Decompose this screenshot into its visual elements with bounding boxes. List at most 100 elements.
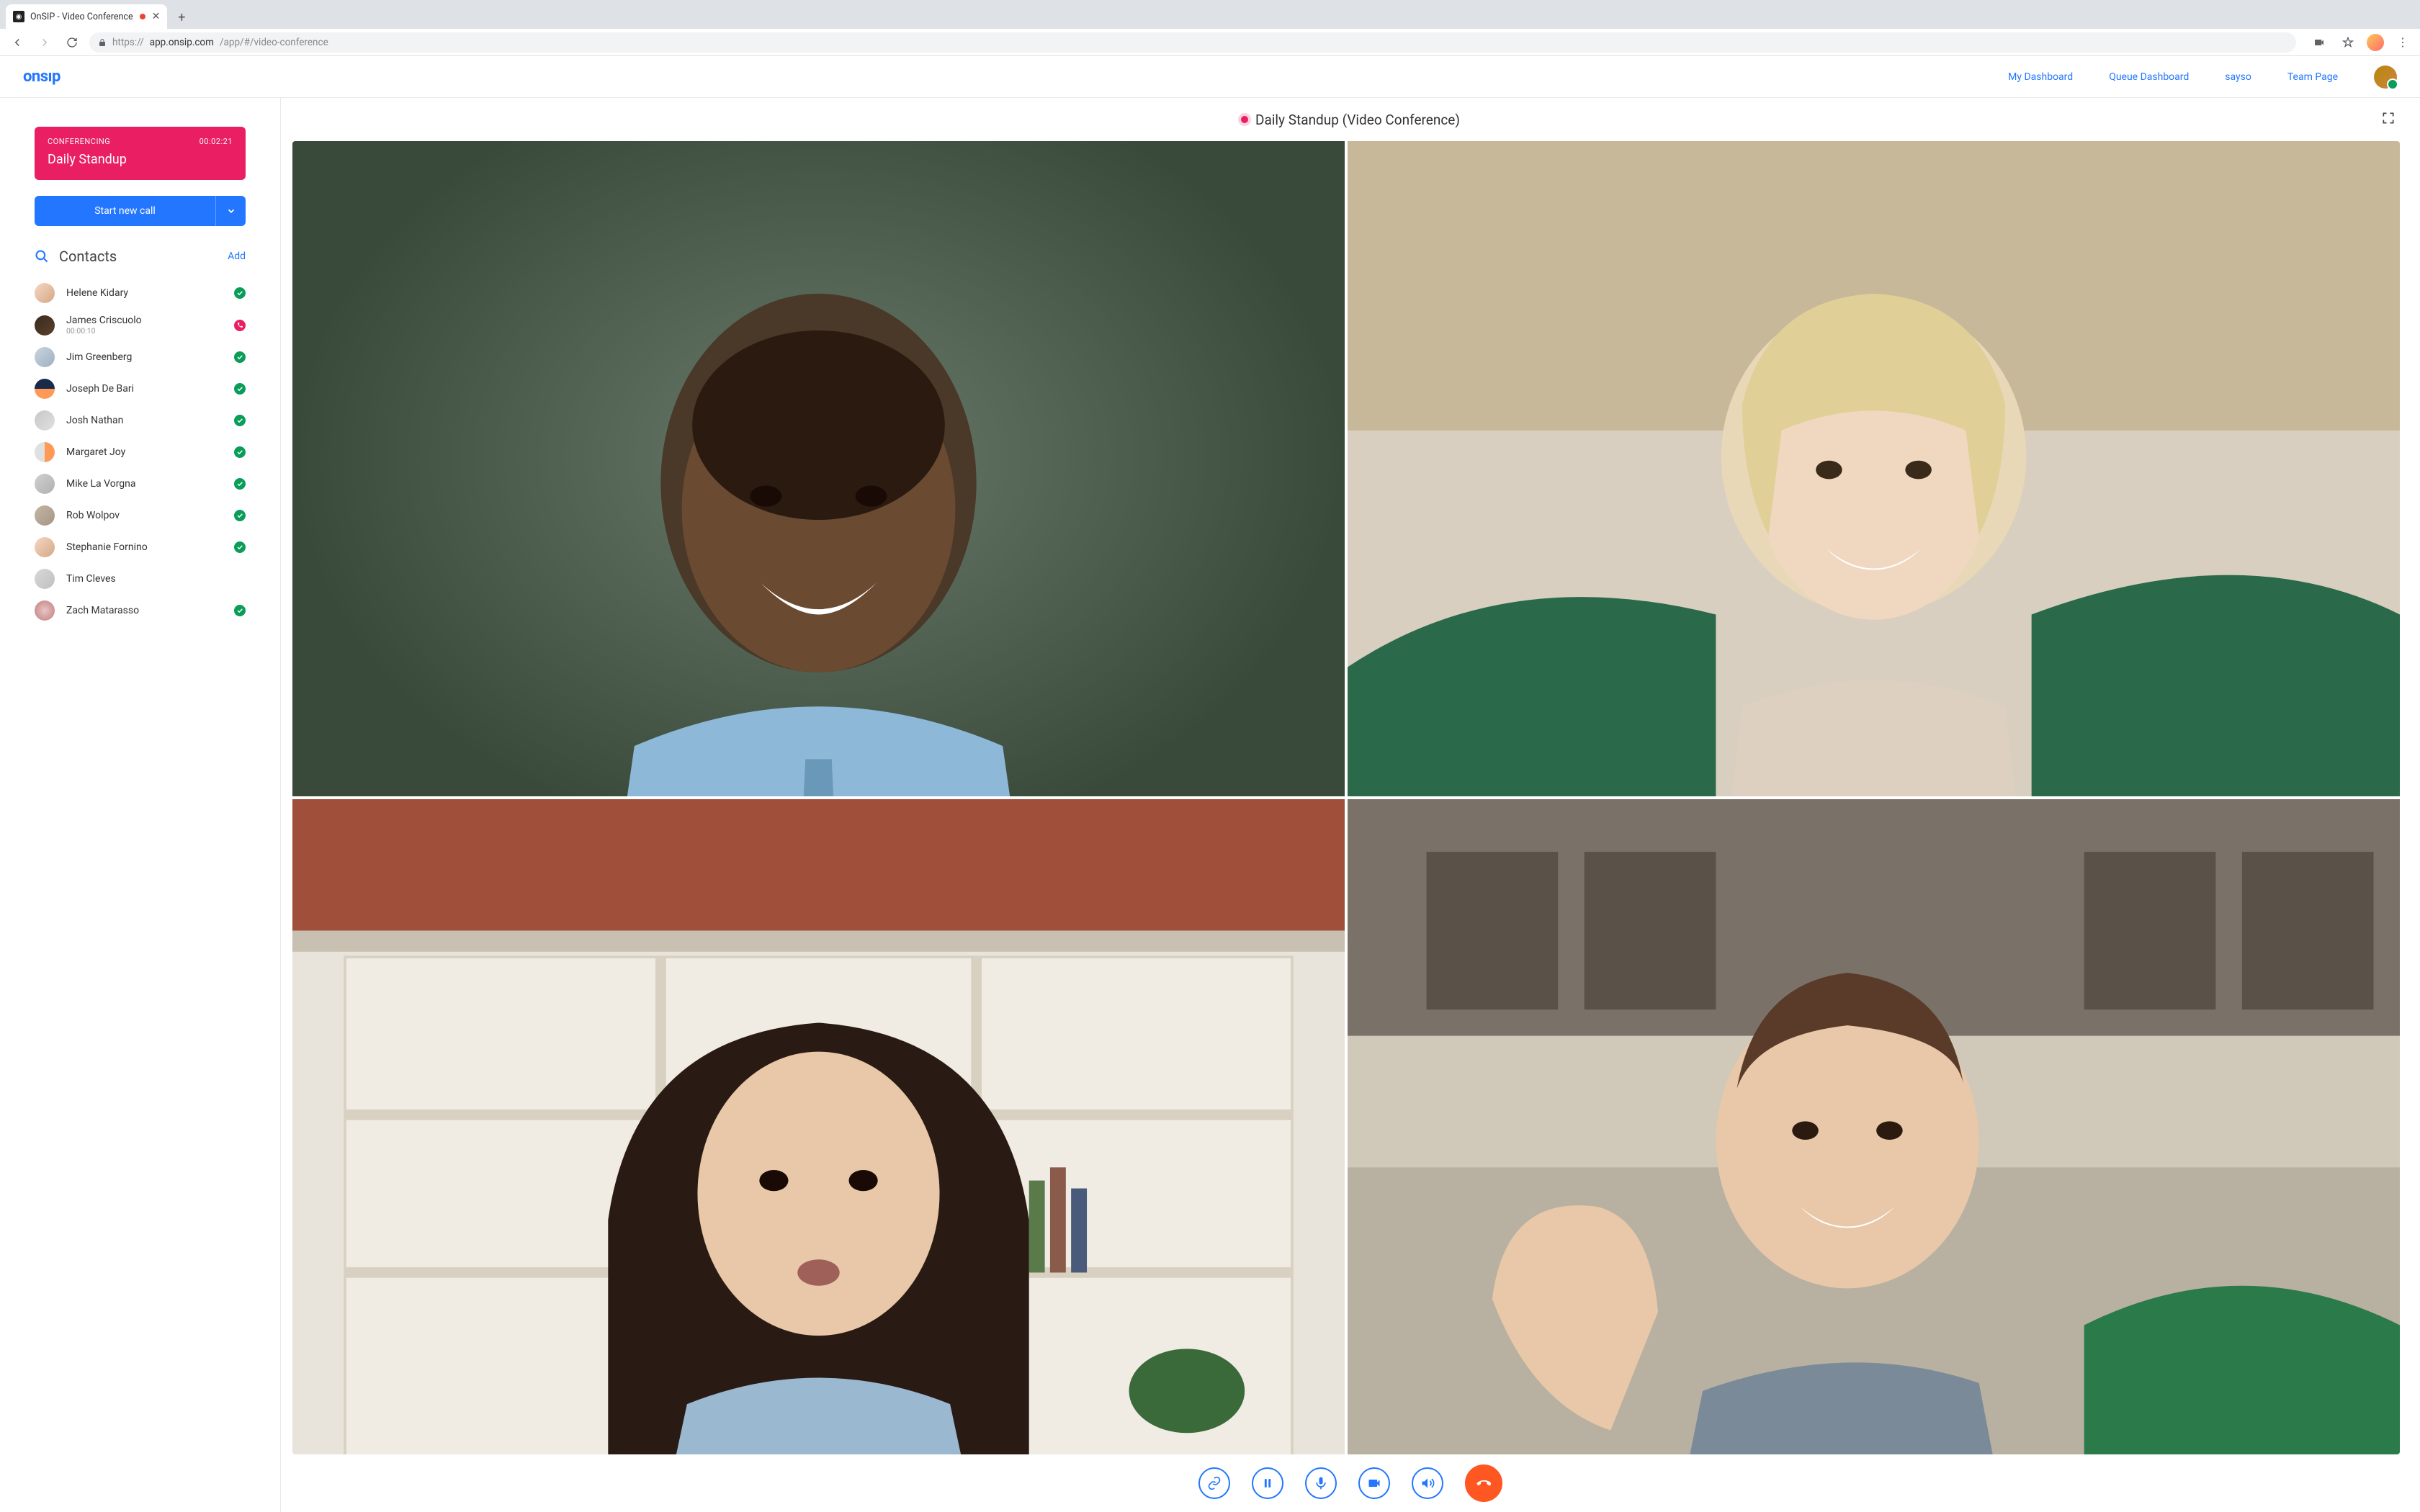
favicon-icon: ◉ — [13, 11, 24, 22]
video-tile-participant-1[interactable] — [292, 141, 1345, 796]
conferencing-timer: 00:02:21 — [200, 137, 233, 146]
contact-row[interactable]: James Criscuolo00:00:10 — [35, 310, 246, 341]
contact-name: Helene Kidary — [66, 287, 223, 299]
add-contact-button[interactable]: Add — [228, 251, 246, 262]
contact-avatar — [35, 600, 55, 621]
url-path: /app/#/video-conference — [220, 37, 328, 48]
contact-info: Rob Wolpov — [66, 510, 223, 521]
conferencing-card[interactable]: CONFERENCING 00:02:21 Daily Standup — [35, 127, 246, 180]
contact-avatar — [35, 283, 55, 303]
contact-info: Joseph De Bari — [66, 383, 223, 395]
video-title: Daily Standup (Video Conference) — [1255, 112, 1460, 128]
app-logo[interactable]: onsıp — [23, 68, 60, 86]
start-new-call-button[interactable]: Start new call — [35, 196, 215, 226]
url-scheme: https:// — [112, 37, 144, 48]
status-available-icon — [234, 605, 246, 616]
video-tile-participant-2[interactable] — [1348, 141, 2400, 796]
contact-row[interactable]: Tim Cleves — [35, 564, 246, 594]
browser-tab-strip: ◉ OnSIP - Video Conference ✕ + — [0, 0, 2420, 29]
contact-info: Zach Matarasso — [66, 605, 223, 616]
status-available-icon — [234, 446, 246, 458]
contacts-header: Contacts Add — [35, 248, 246, 265]
nav-my-dashboard[interactable]: My Dashboard — [2008, 71, 2073, 83]
close-tab-icon[interactable]: ✕ — [152, 11, 161, 22]
contact-info: Jim Greenberg — [66, 351, 223, 363]
tab-title: OnSIP - Video Conference — [30, 12, 133, 22]
recording-indicator-icon — [139, 13, 146, 20]
user-avatar[interactable] — [2374, 66, 2397, 89]
nav-team-page[interactable]: Team Page — [2287, 71, 2338, 83]
contact-name: Mike La Vorgna — [66, 478, 223, 490]
contact-info: Helene Kidary — [66, 287, 223, 299]
status-available-icon — [234, 510, 246, 521]
contact-avatar — [35, 379, 55, 399]
video-tile-participant-3[interactable] — [292, 799, 1345, 1454]
browser-profile-avatar[interactable] — [2367, 34, 2384, 51]
video-conference-area: Daily Standup (Video Conference) — [281, 98, 2420, 1512]
conferencing-label: CONFERENCING — [48, 137, 110, 146]
nav-queue-dashboard[interactable]: Queue Dashboard — [2109, 71, 2189, 83]
browser-tab[interactable]: ◉ OnSIP - Video Conference ✕ — [6, 4, 167, 29]
contact-name: James Criscuolo — [66, 315, 223, 326]
contact-row[interactable]: Rob Wolpov — [35, 500, 246, 531]
contact-info: Tim Cleves — [66, 573, 246, 585]
url-domain: app.onsip.com — [150, 37, 214, 48]
contact-avatar — [35, 505, 55, 526]
address-bar[interactable]: https:// app.onsip.com/app/#/video-confer… — [89, 32, 2296, 53]
pause-button[interactable] — [1252, 1467, 1283, 1499]
contact-row[interactable]: Mike La Vorgna — [35, 469, 246, 499]
forward-button[interactable] — [35, 32, 55, 53]
contact-row[interactable]: Stephanie Fornino — [35, 532, 246, 562]
lock-icon — [98, 38, 107, 47]
back-button[interactable] — [7, 32, 27, 53]
status-available-icon — [234, 478, 246, 490]
contact-row[interactable]: Jim Greenberg — [35, 342, 246, 372]
toggle-camera-button[interactable] — [1358, 1467, 1390, 1499]
video-header: Daily Standup (Video Conference) — [281, 98, 2420, 141]
camera-indicator-icon[interactable] — [2309, 32, 2329, 53]
nav-sayso[interactable]: sayso — [2225, 71, 2251, 83]
contact-name: Tim Cleves — [66, 573, 246, 585]
new-tab-button[interactable]: + — [171, 7, 192, 27]
status-available-icon — [234, 415, 246, 426]
search-icon[interactable] — [35, 249, 49, 264]
status-available-icon — [234, 287, 246, 299]
browser-toolbar: https:// app.onsip.com/app/#/video-confer… — [0, 29, 2420, 56]
audio-output-button[interactable] — [1412, 1467, 1443, 1499]
video-tile-participant-4[interactable] — [1348, 799, 2400, 1454]
header-nav: My Dashboard Queue Dashboard sayso Team … — [2008, 66, 2397, 89]
bookmark-icon[interactable] — [2338, 32, 2358, 53]
status-available-icon — [234, 383, 246, 395]
contact-avatar — [35, 537, 55, 557]
contact-name: Joseph De Bari — [66, 383, 223, 395]
contact-row[interactable]: Zach Matarasso — [35, 595, 246, 626]
contact-avatar — [35, 474, 55, 494]
contact-name: Stephanie Fornino — [66, 541, 223, 553]
hangup-button[interactable] — [1465, 1464, 1502, 1502]
chevron-down-icon — [226, 206, 236, 216]
fullscreen-button[interactable] — [2381, 111, 2398, 128]
reload-button[interactable] — [62, 32, 82, 53]
contact-name: Rob Wolpov — [66, 510, 223, 521]
contact-info: Mike La Vorgna — [66, 478, 223, 490]
status-available-icon — [234, 351, 246, 363]
contact-info: Josh Nathan — [66, 415, 223, 426]
browser-menu-icon[interactable]: ⋮ — [2393, 32, 2413, 53]
copy-link-button[interactable] — [1198, 1467, 1230, 1499]
contact-avatar — [35, 569, 55, 589]
contact-row[interactable]: Margaret Joy — [35, 437, 246, 467]
status-available-icon — [234, 541, 246, 553]
contact-row[interactable]: Josh Nathan — [35, 405, 246, 436]
app-header: onsıp My Dashboard Queue Dashboard sayso… — [0, 56, 2420, 98]
contact-row[interactable]: Helene Kidary — [35, 278, 246, 308]
contact-name: Jim Greenberg — [66, 351, 223, 363]
contact-call-timer: 00:00:10 — [66, 326, 223, 336]
live-indicator-icon — [1241, 116, 1248, 123]
status-calling-icon — [234, 320, 246, 331]
call-controls — [281, 1454, 2420, 1512]
contact-row[interactable]: Joseph De Bari — [35, 374, 246, 404]
start-new-call-dropdown[interactable] — [215, 196, 246, 226]
contact-info: James Criscuolo00:00:10 — [66, 315, 223, 336]
mute-microphone-button[interactable] — [1305, 1467, 1337, 1499]
contact-name: Josh Nathan — [66, 415, 223, 426]
